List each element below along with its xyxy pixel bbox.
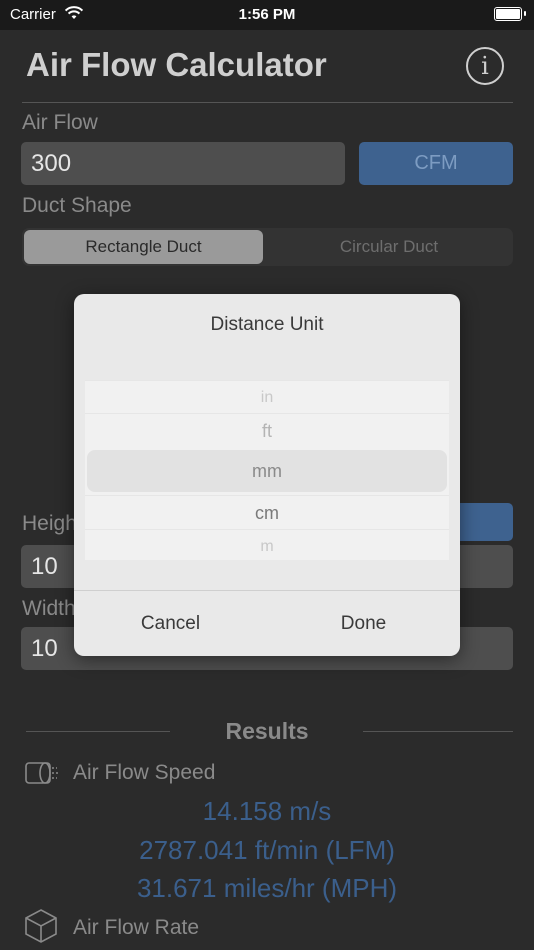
header-divider <box>22 102 513 103</box>
battery-nub <box>524 11 526 16</box>
results-divider-right <box>363 731 513 732</box>
page-title: Air Flow Calculator <box>26 46 327 83</box>
air-flow-label: Air Flow <box>22 111 98 134</box>
duct-shape-label: Duct Shape <box>22 194 132 217</box>
info-icon[interactable]: i <box>466 47 504 85</box>
distance-unit-picker[interactable]: in ft mm cm m <box>85 380 449 560</box>
picker-option[interactable]: cm <box>85 495 449 530</box>
picker-option[interactable]: in <box>85 380 449 415</box>
speed-value-mph: 31.671 miles/hr (MPH) <box>136 873 398 903</box>
picker-option[interactable]: ft <box>85 413 449 448</box>
battery-icon <box>494 7 522 21</box>
status-bar: Carrier 1:56 PM <box>0 0 534 30</box>
speed-value-ms: 14.158 m/s <box>202 796 332 826</box>
distance-unit-dialog: Distance Unit in ft mm cm m Cancel Done <box>74 294 460 656</box>
picker-option[interactable]: m <box>85 529 449 564</box>
dialog-title: Distance Unit <box>210 314 324 335</box>
air-flow-unit-button[interactable]: CFM <box>359 142 513 185</box>
air-flow-input[interactable]: 300 <box>21 142 345 185</box>
segment-circular-duct[interactable]: Circular Duct <box>267 230 511 264</box>
width-label: Width <box>22 597 76 620</box>
picker-option-selected[interactable]: mm <box>85 454 449 488</box>
segment-rectangle-duct[interactable]: Rectangle Duct <box>24 230 263 264</box>
cancel-button[interactable]: Cancel <box>74 604 267 644</box>
done-button[interactable]: Done <box>267 604 460 644</box>
clock: 1:56 PM <box>238 6 296 23</box>
air-flow-speed-icon <box>25 762 58 784</box>
dialog-button-divider <box>74 590 460 591</box>
air-flow-rate-label: Air Flow Rate <box>73 916 200 939</box>
speed-value-lfm: 2787.041 ft/min (LFM) <box>139 835 395 865</box>
cube-icon <box>25 909 57 943</box>
duct-shape-segmented-control: Rectangle Duct Circular Duct <box>22 228 513 266</box>
air-flow-speed-label: Air Flow Speed <box>73 761 216 784</box>
